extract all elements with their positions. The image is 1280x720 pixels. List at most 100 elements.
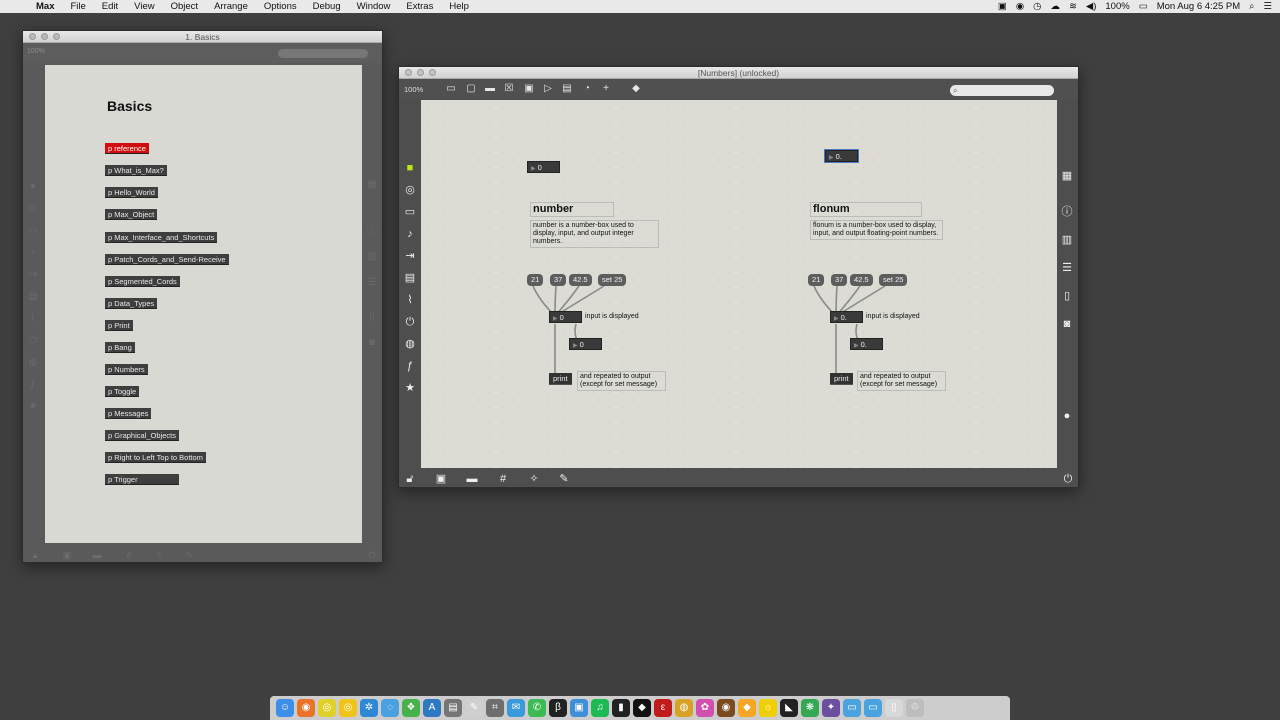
color-picker-icon[interactable]: ❖ bbox=[402, 699, 420, 717]
grid-toggle-icon[interactable]: # bbox=[123, 549, 135, 561]
package-icon[interactable]: ◍ bbox=[403, 337, 417, 351]
folder-icon[interactable]: ▭ bbox=[843, 699, 861, 717]
target-icon[interactable]: ◎ bbox=[403, 183, 417, 197]
note-icon[interactable]: ♪ bbox=[27, 247, 39, 259]
object-cube-icon[interactable]: ■ bbox=[403, 161, 417, 175]
subpatch-reference[interactable]: p reference bbox=[105, 143, 149, 154]
io-icon[interactable]: ⇥ bbox=[403, 249, 417, 263]
firefox-icon[interactable]: ◉ bbox=[297, 699, 315, 717]
snap-icon[interactable]: ✧ bbox=[153, 549, 165, 561]
list-icon[interactable]: ☰ bbox=[1060, 261, 1074, 275]
paint-bucket-icon[interactable]: ◆ bbox=[630, 83, 642, 95]
wrench-icon[interactable]: ✎ bbox=[557, 472, 571, 486]
documents-icon[interactable]: ▯ bbox=[885, 699, 903, 717]
whatsapp-icon[interactable]: ✆ bbox=[528, 699, 546, 717]
dial-icon[interactable]: ▣ bbox=[523, 83, 535, 95]
grid-toggle-icon[interactable]: # bbox=[496, 472, 510, 486]
zoom-level[interactable]: 100% bbox=[27, 48, 45, 55]
wrench-icon[interactable]: ✎ bbox=[183, 549, 195, 561]
device-icon[interactable]: ▭ bbox=[27, 225, 39, 237]
subpatch-bang[interactable]: p Bang bbox=[105, 342, 135, 353]
menu-object[interactable]: Object bbox=[163, 0, 206, 13]
subpatch-trigger[interactable]: p Trigger bbox=[105, 474, 179, 485]
notification-center-icon[interactable]: ☰ bbox=[1263, 0, 1272, 13]
plug-icon[interactable]: ⏻ bbox=[27, 335, 39, 347]
lock-icon[interactable]: 🔓︎ bbox=[403, 472, 417, 486]
menu-extras[interactable]: Extras bbox=[398, 0, 441, 13]
power-icon[interactable]: ⏻ bbox=[1061, 472, 1075, 486]
preview-icon[interactable]: ▤ bbox=[444, 699, 462, 717]
downloads-icon[interactable]: ▭ bbox=[864, 699, 882, 717]
timer-icon[interactable]: ◔ bbox=[581, 83, 593, 95]
camera-icon[interactable]: ◙ bbox=[366, 337, 378, 349]
number-box-output[interactable]: ▶ 0 bbox=[569, 338, 602, 350]
menubar-clock[interactable]: Mon Aug 6 4:25 PM bbox=[1157, 0, 1240, 13]
scroll-slider[interactable]: ● bbox=[1060, 409, 1074, 423]
finder-icon[interactable]: ☺ bbox=[276, 699, 294, 717]
flonum-box-top[interactable]: ▶ 0. bbox=[824, 149, 859, 163]
subpatch-toggle[interactable]: p Toggle bbox=[105, 386, 140, 397]
menu-view[interactable]: View bbox=[126, 0, 162, 13]
volume-icon[interactable]: ◀) bbox=[1086, 0, 1096, 13]
subpatch-max-object[interactable]: p Max_Object bbox=[105, 209, 158, 220]
messages-icon[interactable]: ✉ bbox=[507, 699, 525, 717]
function-icon[interactable]: ƒ bbox=[403, 359, 417, 373]
note-icon[interactable]: ♪ bbox=[403, 227, 417, 241]
app-green-icon[interactable]: ❋ bbox=[801, 699, 819, 717]
book-icon[interactable]: ▥ bbox=[1060, 233, 1074, 247]
info-icon[interactable]: ⓘ bbox=[1060, 205, 1074, 219]
camera-icon[interactable]: ◙ bbox=[1060, 317, 1074, 331]
menu-edit[interactable]: Edit bbox=[94, 0, 126, 13]
comment-icon[interactable]: ▬ bbox=[484, 83, 496, 95]
subpatch-graphical-objects[interactable]: p Graphical_Objects bbox=[105, 430, 179, 441]
presentation-icon[interactable]: ▣ bbox=[434, 472, 448, 486]
flonum-box-output[interactable]: ▶ 0. bbox=[850, 338, 883, 350]
menu-arrange[interactable]: Arrange bbox=[206, 0, 256, 13]
menu-debug[interactable]: Debug bbox=[305, 0, 349, 13]
paperclip-icon[interactable]: ⌇ bbox=[27, 313, 39, 325]
app-red-icon[interactable]: ε bbox=[654, 699, 672, 717]
play-icon[interactable]: ▷ bbox=[542, 83, 554, 95]
numbers-titlebar[interactable]: [Numbers] (unlocked) bbox=[399, 67, 1078, 79]
lock-icon[interactable]: 🔒︎ bbox=[29, 549, 41, 561]
adobe-icon[interactable]: ◉ bbox=[1016, 0, 1024, 13]
ableton-live-icon[interactable]: ▮ bbox=[612, 699, 630, 717]
split-icon[interactable]: ▤ bbox=[561, 83, 573, 95]
clear-icon[interactable]: ☒ bbox=[503, 83, 515, 95]
add-icon[interactable]: + bbox=[600, 83, 612, 95]
message-21[interactable]: 21 bbox=[527, 274, 544, 286]
grid-icon[interactable]: ▦ bbox=[366, 179, 378, 191]
subpatch-patch-cords[interactable]: p Patch_Cords_and_Send-Receive bbox=[105, 254, 229, 265]
cloud-icon[interactable]: ☁ bbox=[1050, 0, 1060, 13]
presentation-icon[interactable]: ▣ bbox=[61, 549, 73, 561]
subpatch-print[interactable]: p Print bbox=[105, 320, 133, 331]
wifi-icon[interactable]: ≋ bbox=[1069, 0, 1077, 13]
message-37[interactable]: 37 bbox=[550, 274, 567, 286]
files-icon[interactable]: ▣ bbox=[570, 699, 588, 717]
function-icon[interactable]: ƒ bbox=[27, 379, 39, 391]
patcher-canvas[interactable]: ▶ 0 number number is a number-box used to… bbox=[421, 100, 1057, 468]
app-bulb-icon[interactable]: ☼ bbox=[759, 699, 777, 717]
debug-icon[interactable]: ▬ bbox=[91, 549, 103, 561]
print-object[interactable]: print bbox=[549, 373, 572, 385]
app-flower-icon[interactable]: ✿ bbox=[696, 699, 714, 717]
basics-titlebar[interactable]: 1. Basics bbox=[23, 31, 382, 43]
disk-utility-icon[interactable]: ◌ bbox=[381, 699, 399, 717]
textedit-icon[interactable]: ✎ bbox=[465, 699, 483, 717]
message-set-25[interactable]: set 25 bbox=[879, 274, 908, 286]
flonum-box-display[interactable]: ▶ 0. bbox=[830, 311, 863, 323]
number-box-display[interactable]: ▶ 0 bbox=[549, 311, 582, 323]
reference-icon[interactable]: ▯ bbox=[1060, 289, 1074, 303]
subpatch-data-types[interactable]: p Data_Types bbox=[105, 298, 158, 309]
spotlight-icon[interactable]: ⌕ bbox=[1249, 0, 1254, 13]
snap-icon[interactable]: ✧ bbox=[527, 472, 541, 486]
subpatch-right-to-left[interactable]: p Right to Left Top to Bottom bbox=[105, 452, 206, 463]
menu-options[interactable]: Options bbox=[256, 0, 305, 13]
package-icon[interactable]: ◍ bbox=[27, 357, 39, 369]
zoom-dropdown[interactable]: 100% bbox=[404, 85, 423, 94]
app-b-icon[interactable]: β bbox=[549, 699, 567, 717]
screen-record-icon[interactable]: ▣ bbox=[998, 0, 1007, 13]
time-machine-icon[interactable]: ◷ bbox=[1033, 0, 1041, 13]
app-dark-icon[interactable]: ◣ bbox=[780, 699, 798, 717]
panel-icon[interactable]: ▢ bbox=[465, 83, 477, 95]
